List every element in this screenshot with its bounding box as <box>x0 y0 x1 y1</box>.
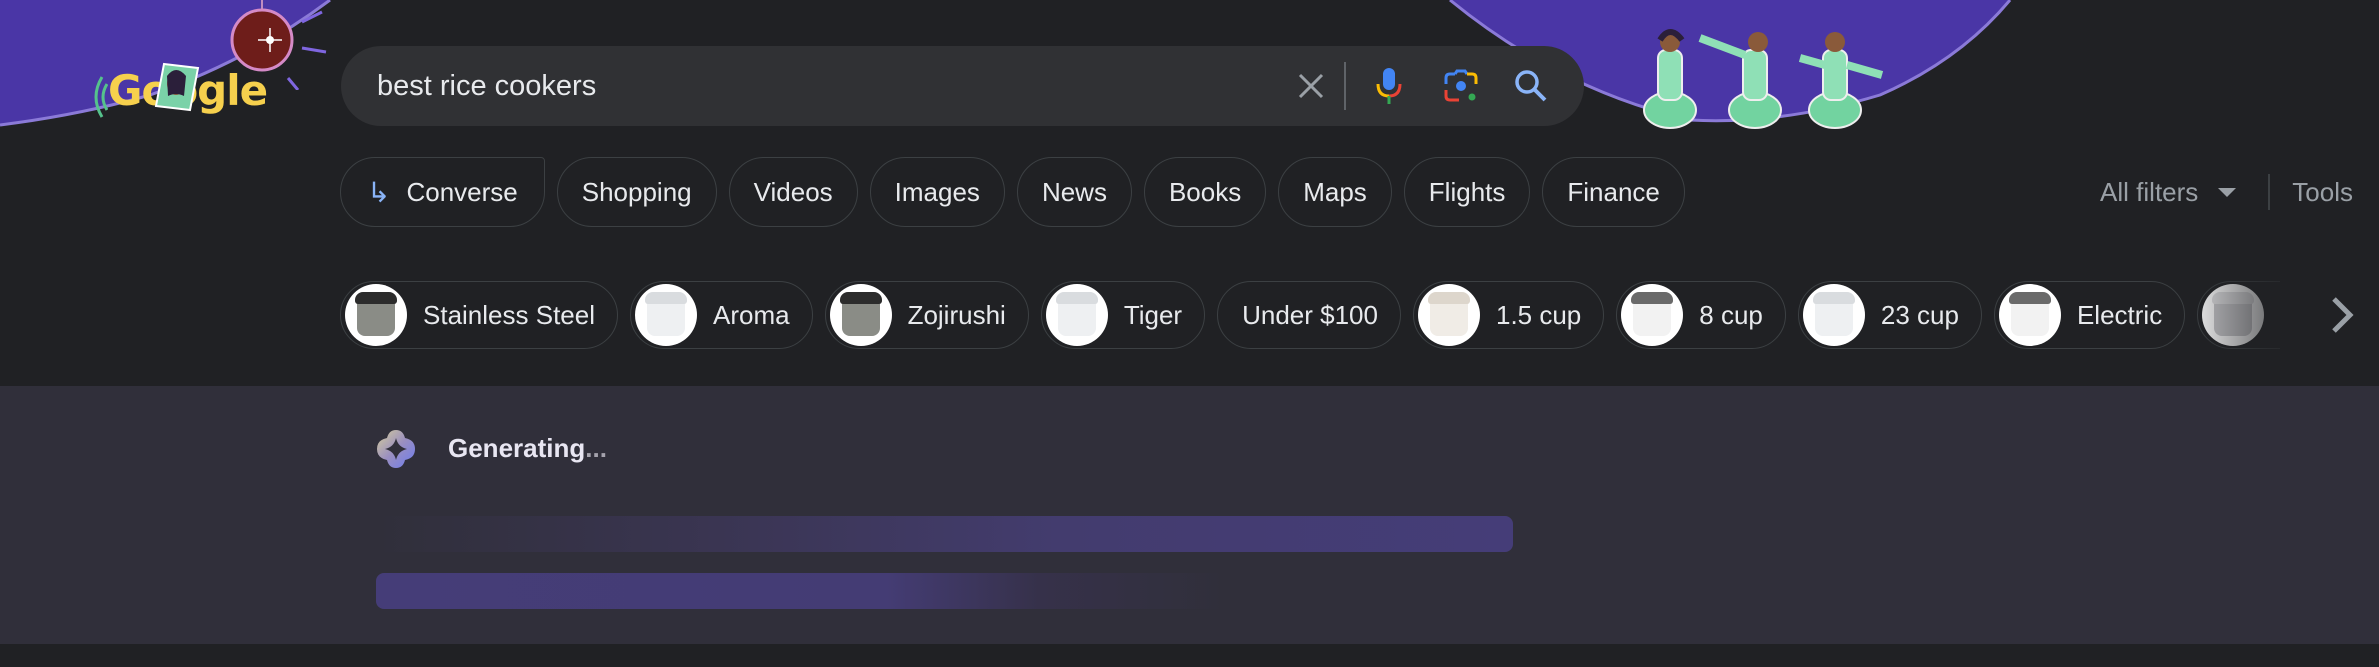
thumbnail-lid <box>644 292 687 304</box>
chip-23-cup[interactable]: 23 cup <box>1797 281 1982 349</box>
chip-stainless-steel[interactable]: Stainless Steel <box>340 281 618 349</box>
ai-sparkle-icon <box>377 430 415 468</box>
chip-label: 1.5 cup <box>1495 299 1582 330</box>
thumbnail-lid <box>2008 292 2051 304</box>
tab-images[interactable]: Images <box>869 157 1005 227</box>
dancer-sticker-icon <box>154 62 200 112</box>
tab-flights[interactable]: Flights <box>1403 157 1531 227</box>
close-icon <box>1298 73 1324 99</box>
tab-label: Finance <box>1567 176 1660 207</box>
rice-cooker-thumbnail <box>1417 284 1480 346</box>
tab-label: Flights <box>1428 176 1506 207</box>
ai-status-text: Generating <box>448 433 586 463</box>
chip-label: Tiger <box>1123 299 1183 330</box>
ai-status-dots: ... <box>585 433 607 463</box>
tab-label: Converse <box>406 176 518 207</box>
rice-cooker-thumbnail <box>1045 284 1108 346</box>
rice-cooker-thumbnail <box>1621 284 1684 346</box>
search-button[interactable] <box>1511 66 1551 106</box>
chip-zojirushi[interactable]: Zojirushi <box>824 281 1029 349</box>
chip-label: 8 cup <box>1699 299 1763 330</box>
chip-label: Under $100 <box>1242 299 1378 330</box>
camera-lens-icon <box>1444 69 1478 102</box>
chip-label: Aroma <box>712 299 790 330</box>
thumbnail-lid <box>1427 292 1470 304</box>
tab-converse[interactable]: ↳ Converse <box>340 157 545 227</box>
thumbnail-lid <box>1055 292 1098 304</box>
rice-cooker-thumbnail <box>634 284 697 346</box>
tab-label: Images <box>894 176 980 207</box>
search-icon <box>1515 70 1547 102</box>
thumbnail-lid <box>839 292 882 304</box>
chip-aroma[interactable]: Aroma <box>629 281 813 349</box>
voice-search-button[interactable] <box>1369 66 1409 106</box>
search-input[interactable] <box>377 46 1257 126</box>
rice-cooker-thumbnail <box>1998 284 2061 346</box>
tools-button[interactable]: Tools <box>2292 177 2353 208</box>
chip-label: 23 cup <box>1880 299 1959 330</box>
lens-search-button[interactable] <box>1441 66 1481 106</box>
tab-books[interactable]: Books <box>1143 157 1267 227</box>
tab-news[interactable]: News <box>1016 157 1132 227</box>
tab-shopping[interactable]: Shopping <box>556 157 717 227</box>
chip-8-cup[interactable]: 8 cup <box>1616 281 1786 349</box>
chip-1-5-cup[interactable]: 1.5 cup <box>1412 281 1605 349</box>
chip-label: Zojirushi <box>907 299 1006 330</box>
chip-tiger[interactable]: Tiger <box>1040 281 1206 349</box>
rice-cooker-thumbnail <box>1802 284 1865 346</box>
sound-wave-icon <box>94 76 108 118</box>
microphone-icon <box>1376 68 1402 104</box>
tab-videos[interactable]: Videos <box>728 157 858 227</box>
ai-loading-placeholder-line <box>376 516 1513 552</box>
clear-search-button[interactable] <box>1291 66 1331 106</box>
all-filters-button[interactable]: All filters <box>2100 177 2198 208</box>
tab-finance[interactable]: Finance <box>1542 157 1685 227</box>
chips-scroll-next-button[interactable] <box>2322 290 2362 340</box>
chevron-right-icon <box>2332 297 2354 333</box>
ai-loading-placeholder-line <box>376 573 1226 609</box>
chip-label: Stainless Steel <box>423 299 595 330</box>
caret-down-icon[interactable] <box>2218 187 2237 197</box>
tab-label: Books <box>1168 176 1242 207</box>
rice-cooker-thumbnail <box>829 284 892 346</box>
thumbnail-lid <box>1812 292 1855 304</box>
thumbnail-lid <box>1631 292 1674 304</box>
tab-label: Shopping <box>581 176 692 207</box>
dancers-illustration-icon <box>1643 29 1884 129</box>
ai-generating-status: Generating... <box>448 433 607 464</box>
tab-maps[interactable]: Maps <box>1278 157 1392 227</box>
filters-divider <box>2268 174 2271 210</box>
chip-label: Electric <box>2076 299 2163 330</box>
tab-label: Maps <box>1303 176 1367 207</box>
tab-label: News <box>1041 176 1107 207</box>
thumbnail-lid <box>355 292 397 304</box>
refinement-chips: Stainless Steel Aroma Zojirushi Tiger Under … <box>340 281 2280 351</box>
reply-arrow-icon: ↳ <box>367 176 391 208</box>
tab-label: Videos <box>753 176 833 207</box>
filters-bar: All filters Tools <box>2100 157 2353 227</box>
chip-under-100[interactable]: Under $100 <box>1217 281 1401 349</box>
chip-electric[interactable]: Electric <box>1993 281 2186 349</box>
search-divider <box>1344 62 1346 110</box>
search-box <box>341 46 1584 126</box>
rice-cooker-thumbnail <box>345 284 407 346</box>
search-tabs: ↳ Converse Shopping Videos Images News B… <box>340 157 1685 229</box>
